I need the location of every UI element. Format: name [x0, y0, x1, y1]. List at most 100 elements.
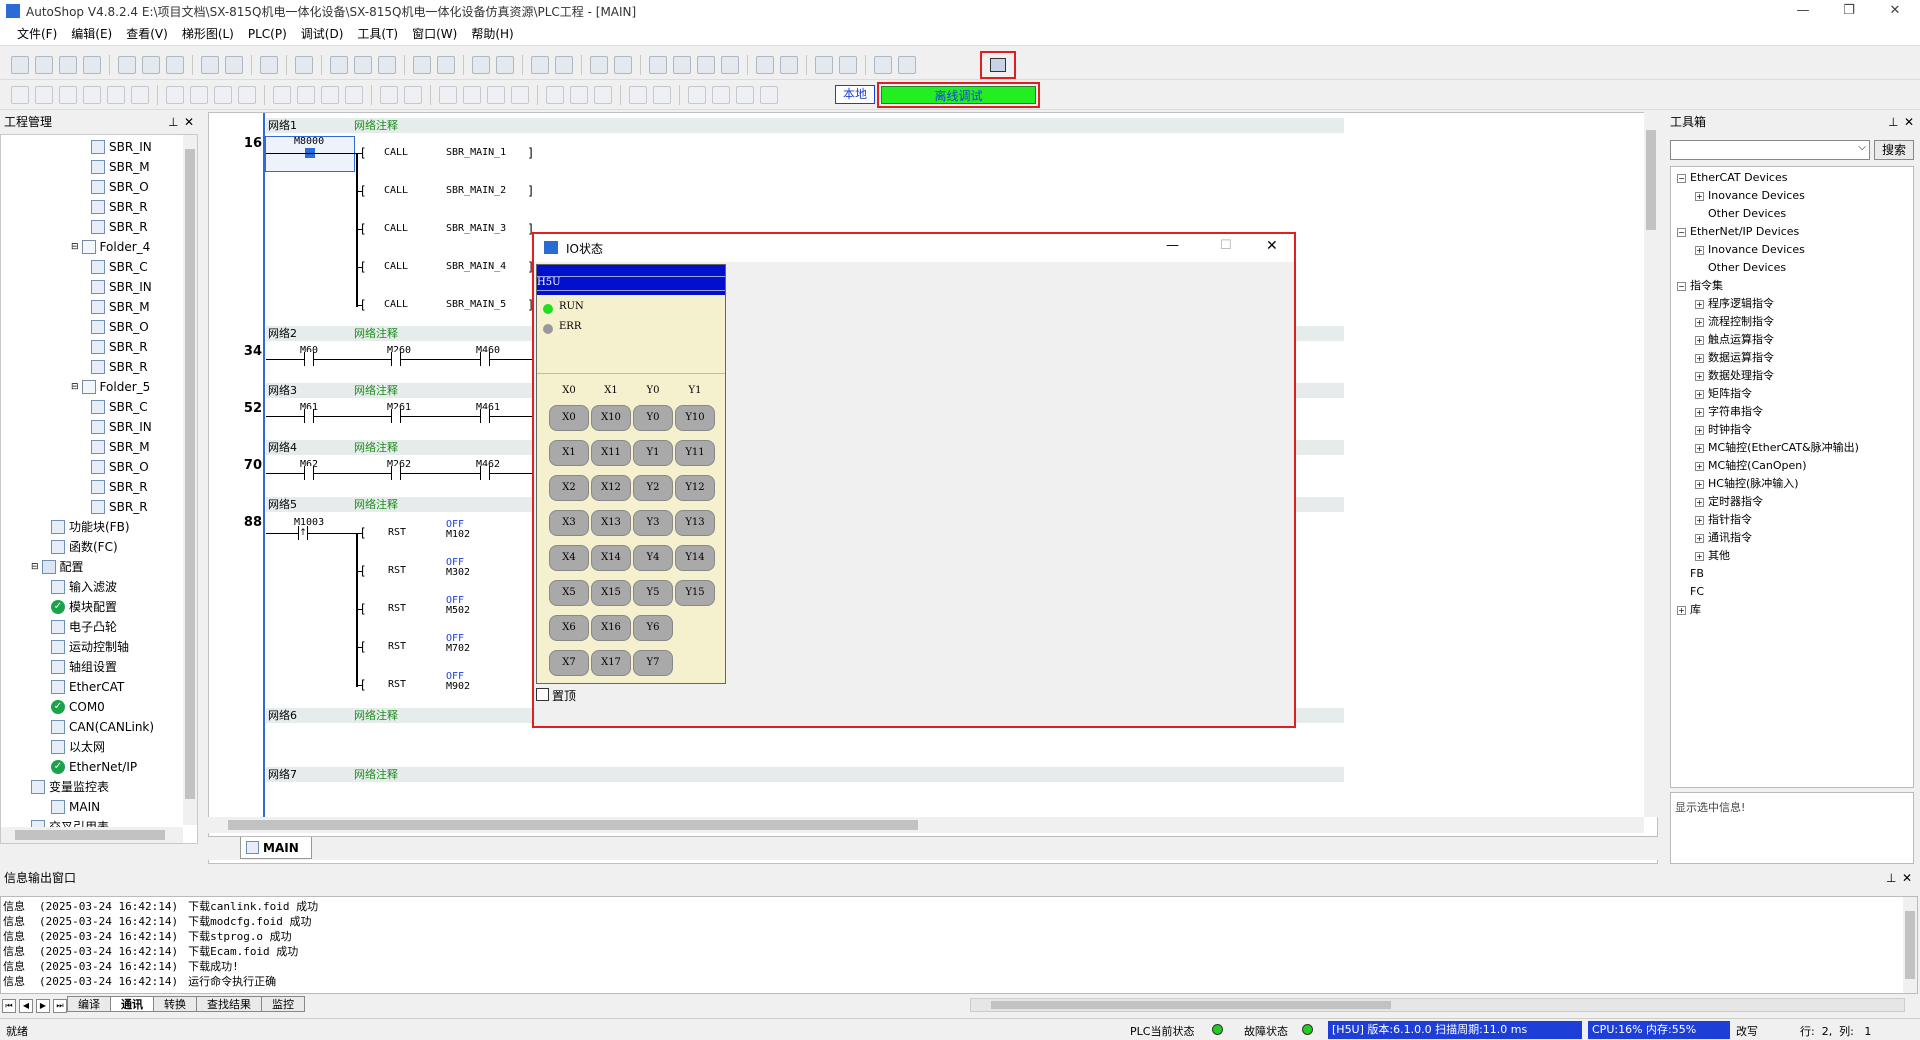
toolbox-tree-item[interactable]: − EtherNet/IP Devices	[1677, 223, 1913, 241]
io-point-x1[interactable]: X1	[549, 440, 589, 466]
expand-icon[interactable]: +	[1695, 443, 1704, 453]
nav-arrow-icon[interactable]: ▶	[36, 999, 50, 1013]
io-point-y1[interactable]: Y1	[633, 440, 673, 466]
tree-hscroll[interactable]	[1, 827, 183, 843]
nav-arrow-icon[interactable]: ⏭	[53, 999, 67, 1013]
menu-item-4[interactable]: PLC(P)	[241, 27, 294, 41]
toolbox-tree-item[interactable]: + 指针指令	[1677, 511, 1913, 529]
ladder-tool-icon-15[interactable]	[345, 85, 363, 104]
toolbox-tree-item[interactable]: + 定时器指令	[1677, 493, 1913, 511]
contact-symbol[interactable]	[480, 466, 490, 480]
instruction-op[interactable]: RST	[388, 641, 406, 652]
ladder-tool-icon-12[interactable]	[273, 85, 291, 104]
toolbar-icon-21[interactable]	[437, 55, 455, 74]
toolbar-icon-40[interactable]	[815, 55, 833, 74]
expand-icon[interactable]: +	[1695, 407, 1704, 417]
menu-item-6[interactable]: 工具(T)	[350, 25, 405, 42]
restore-button[interactable]: ❐	[1826, 0, 1872, 22]
ladder-tool-icon-10[interactable]	[238, 85, 256, 104]
ladder-tool-icon-13[interactable]	[297, 85, 315, 104]
toolbox-tree-item[interactable]: + 库	[1677, 601, 1913, 619]
network-comment[interactable]: 网络注释	[354, 767, 398, 782]
collapse-icon[interactable]: −	[1677, 227, 1686, 237]
io-point-x5[interactable]: X5	[549, 580, 589, 606]
menu-item-7[interactable]: 窗口(W)	[405, 25, 464, 42]
ladder-tool-icon-5[interactable]	[131, 85, 149, 104]
menu-item-0[interactable]: 文件(F)	[10, 25, 64, 42]
expand-icon[interactable]: +	[1695, 461, 1704, 471]
nav-arrow-icon[interactable]: ◀	[19, 999, 33, 1013]
toolbox-search-button[interactable]: 搜索	[1874, 140, 1914, 160]
expand-icon[interactable]: +	[1695, 245, 1704, 255]
network-header[interactable]: 网络1 网络注释	[266, 118, 1344, 133]
io-point-y15[interactable]: Y15	[675, 580, 715, 606]
tree-vscroll-thumb[interactable]	[185, 149, 195, 799]
project-tree-item[interactable]: 输入滤波	[1, 577, 181, 597]
toolbox-tree-item[interactable]: + 流程控制指令	[1677, 313, 1913, 331]
project-tree-item[interactable]: ⊟ 配置	[1, 557, 181, 577]
contact-symbol[interactable]	[480, 409, 490, 423]
expand-icon[interactable]: +	[1695, 515, 1704, 525]
toolbox-tree-item[interactable]: Other Devices	[1677, 205, 1913, 223]
project-tree-item[interactable]: ✓ COM0	[1, 697, 181, 717]
instruction-op[interactable]: CALL	[384, 299, 408, 310]
instruction-op[interactable]: RST	[388, 565, 406, 576]
io-point-x3[interactable]: X3	[549, 510, 589, 536]
panel-close-icon[interactable]: ✕	[184, 112, 194, 132]
io-point-x11[interactable]: X11	[591, 440, 631, 466]
instruction-arg[interactable]: M302	[446, 567, 470, 578]
ladder-tool-icon-4[interactable]	[107, 85, 125, 104]
toolbar-icon-38[interactable]	[780, 55, 798, 74]
project-tree-item[interactable]: SBR_R	[1, 337, 181, 357]
toolbar-icon-34[interactable]	[697, 55, 715, 74]
project-tree-item[interactable]: SBR_IN	[1, 417, 181, 437]
contact-label[interactable]: M8000	[294, 136, 324, 147]
project-tree-item[interactable]: SBR_O	[1, 177, 181, 197]
project-tree-item[interactable]: SBR_R	[1, 357, 181, 377]
toolbar-icon-6[interactable]	[142, 55, 160, 74]
instruction-arg[interactable]: SBR_MAIN_3	[446, 223, 506, 234]
ladder-tool-icon-25[interactable]	[546, 85, 564, 104]
ladder-tool-icon-2[interactable]	[59, 85, 77, 104]
project-tree-item[interactable]: SBR_R	[1, 217, 181, 237]
ladder-tool-icon-3[interactable]	[83, 85, 101, 104]
project-tree-item[interactable]: SBR_C	[1, 397, 181, 417]
toolbar-icon-37[interactable]	[756, 55, 774, 74]
editor-hscroll-thumb[interactable]	[228, 820, 918, 830]
toolbar-icon-9[interactable]	[201, 55, 219, 74]
io-point-y12[interactable]: Y12	[675, 475, 715, 501]
ladder-tool-icon-22[interactable]	[487, 85, 505, 104]
local-button[interactable]: 本地	[835, 85, 875, 104]
toolbox-tree-item[interactable]: + MC轴控(EtherCAT&脉冲输出)	[1677, 439, 1913, 457]
toolbar-icon-29[interactable]	[590, 55, 608, 74]
project-tree-item[interactable]: SBR_IN	[1, 137, 181, 157]
pin-icon[interactable]: ⊥	[168, 112, 178, 132]
instruction-arg[interactable]: M502	[446, 605, 470, 616]
expand-icon[interactable]: +	[1695, 425, 1704, 435]
io-point-x6[interactable]: X6	[549, 615, 589, 641]
editor-hscroll[interactable]	[208, 817, 1644, 833]
instruction-op[interactable]: CALL	[384, 185, 408, 196]
expand-icon[interactable]: +	[1695, 497, 1704, 507]
contact-symbol[interactable]	[391, 352, 401, 366]
project-tree-item[interactable]: 以太网	[1, 737, 181, 757]
topmost-checkbox[interactable]	[536, 688, 549, 701]
toolbar-icon-7[interactable]	[166, 55, 184, 74]
project-tree-item[interactable]: 变量监控表	[1, 777, 181, 797]
collapse-icon[interactable]: ⊟	[71, 377, 79, 397]
output-tab[interactable]: 转换	[153, 996, 197, 1012]
monitor-toggle-highlight[interactable]	[980, 51, 1016, 79]
ladder-tool-icon-33[interactable]	[712, 85, 730, 104]
menu-item-3[interactable]: 梯形图(L)	[175, 25, 241, 42]
contact-symbol[interactable]	[304, 352, 314, 366]
instruction-op[interactable]: RST	[388, 603, 406, 614]
io-point-y0[interactable]: Y0	[633, 405, 673, 431]
toolbar-icon-0[interactable]	[11, 55, 29, 74]
expand-icon[interactable]: +	[1677, 605, 1686, 615]
toolbox-tree-item[interactable]: + 数据运算指令	[1677, 349, 1913, 367]
instruction-op[interactable]: RST	[388, 679, 406, 690]
toolbox-tree-item[interactable]: + 其他	[1677, 547, 1913, 565]
ladder-tool-icon-9[interactable]	[214, 85, 232, 104]
close-button[interactable]: ✕	[1872, 0, 1918, 22]
project-tree-item[interactable]: 功能块(FB)	[1, 517, 181, 537]
